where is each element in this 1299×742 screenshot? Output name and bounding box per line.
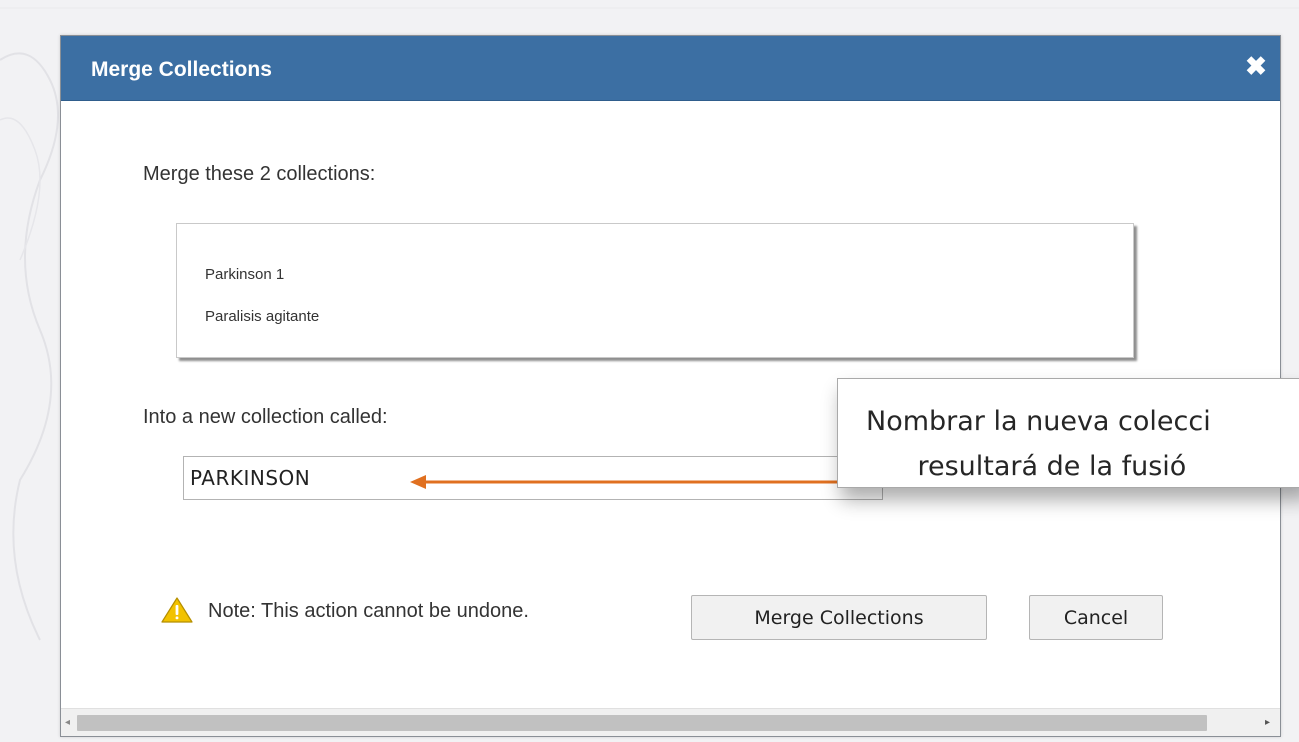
dialog-titlebar: Merge Collections ✖: [61, 36, 1280, 101]
cancel-button[interactable]: Cancel: [1029, 595, 1163, 640]
list-item: Parkinson 1: [205, 266, 285, 283]
annotation-callout: Nombrar la nueva colecci resultará de la…: [837, 378, 1299, 488]
horizontal-scrollbar[interactable]: ◂ ▸: [61, 708, 1280, 736]
close-icon[interactable]: ✖: [1244, 52, 1268, 80]
merge-collections-button[interactable]: Merge Collections: [691, 595, 987, 640]
scrollbar-thumb[interactable]: [77, 715, 1207, 731]
scroll-right-icon[interactable]: ▸: [1265, 716, 1270, 730]
warning-icon: [161, 597, 193, 623]
merge-collections-label: Merge these 2 collections:: [143, 163, 376, 185]
list-item: Paralisis agitante: [205, 308, 320, 325]
callout-arrow: [410, 475, 840, 489]
new-collection-label: Into a new collection called:: [143, 406, 388, 428]
collections-list: Parkinson 1 Paralisis agitante: [176, 223, 1134, 358]
scroll-left-icon[interactable]: ◂: [65, 716, 70, 730]
callout-text: Nombrar la nueva colecci resultará de la…: [866, 406, 1211, 482]
dialog-title: Merge Collections: [91, 58, 272, 81]
undo-warning-note: Note: This action cannot be undone.: [208, 600, 529, 622]
